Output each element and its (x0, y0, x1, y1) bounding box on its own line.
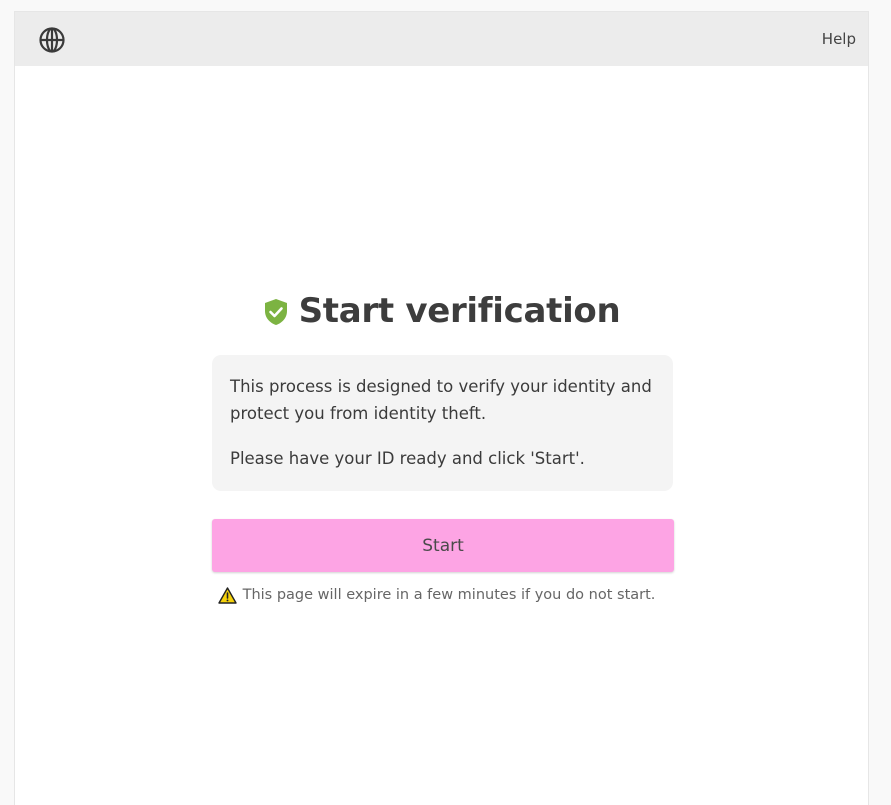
help-link[interactable]: Help (822, 12, 856, 66)
info-box: This process is designed to verify your … (212, 355, 673, 491)
expire-note-row: This page will expire in a few minutes i… (15, 584, 868, 606)
globe-icon[interactable] (37, 25, 67, 55)
start-button[interactable]: Start (212, 519, 674, 572)
warning-triangle-icon (217, 586, 237, 604)
top-bar: Help (15, 12, 868, 66)
page-title: Start verification (298, 291, 621, 331)
info-text-1: This process is designed to verify your … (230, 377, 652, 423)
info-text-2: Please have your ID ready and click 'Sta… (230, 449, 585, 468)
title-row: Start verification (15, 288, 868, 334)
shield-check-icon (264, 299, 287, 325)
expire-note: This page will expire in a few minutes i… (242, 587, 656, 603)
page-frame: Help Start verification This process is … (14, 11, 869, 805)
